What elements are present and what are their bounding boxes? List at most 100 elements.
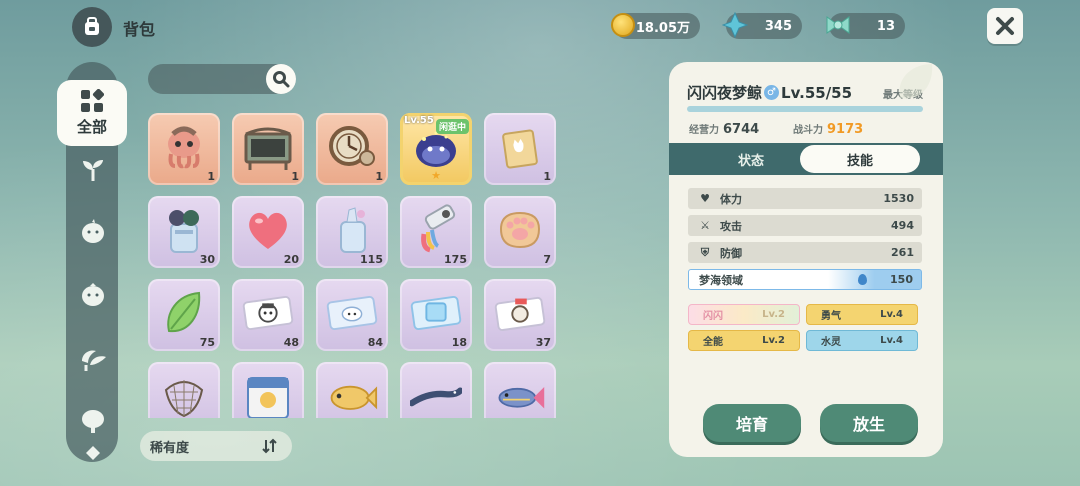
item-slot[interactable]: 115: [316, 196, 388, 268]
trait-level: Lv.4: [880, 335, 903, 346]
item-slot-selected[interactable]: Lv.55 闲逛中 ★: [400, 113, 472, 185]
tab-skills[interactable]: 技能: [800, 145, 920, 173]
category-all[interactable]: 全部: [57, 80, 127, 146]
diamond-icon: [86, 446, 100, 460]
item-slot[interactable]: 1: [148, 113, 220, 185]
category-pets[interactable]: [74, 212, 112, 250]
category-pets-alt[interactable]: [74, 275, 112, 313]
trait-shiny[interactable]: 闪闪 Lv.2: [688, 304, 800, 325]
item-slot[interactable]: 20: [232, 196, 304, 268]
item-slot[interactable]: 7: [484, 196, 556, 268]
paw-cookie-icon: [494, 204, 546, 256]
item-slot[interactable]: 30: [148, 196, 220, 268]
item-slot[interactable]: 48: [232, 279, 304, 351]
item-slot[interactable]: 84: [316, 279, 388, 351]
trait-courage[interactable]: 勇气 Lv.4: [806, 304, 918, 325]
ribbon-counter[interactable]: 13: [826, 13, 905, 39]
ribbon-icon: [823, 10, 853, 40]
pet-name-row: 闪闪夜梦鲸 ♂ Lv.55/55: [687, 82, 852, 103]
item-grid: 1 1 1 Lv.55 闲逛中 ★ 1 30 20 115 175 7 75 4…: [148, 113, 558, 418]
crystal-jar-icon: [326, 204, 378, 256]
item-slot[interactable]: 75: [148, 279, 220, 351]
item-slot[interactable]: [484, 362, 556, 418]
manage-value: 6744: [723, 122, 760, 137]
eel-icon: [410, 370, 462, 418]
stat-label: 攻击: [720, 219, 742, 233]
crystal-counter[interactable]: 345: [722, 12, 802, 39]
heart-icon: ♥: [700, 192, 710, 205]
coin-icon: [608, 10, 638, 40]
item-qty: 20: [283, 253, 299, 266]
item-qty: 18: [451, 336, 467, 349]
item-qty: 48: [283, 336, 299, 349]
power-value: 9173: [827, 122, 864, 137]
clock-icon: [326, 121, 378, 173]
stat-row-domain: 梦海领域 150: [688, 269, 922, 290]
ticket-cloud-icon: [326, 287, 378, 339]
ribbon-value: 13: [876, 18, 895, 34]
item-slot[interactable]: 175: [400, 196, 472, 268]
item-slot[interactable]: [400, 362, 472, 418]
item-qty: 30: [199, 253, 215, 266]
item-slot[interactable]: 1: [316, 113, 388, 185]
category-trees[interactable]: [74, 402, 112, 440]
item-slot[interactable]: [232, 362, 304, 418]
stat-value: 150: [890, 273, 913, 286]
manage-stat: 经营力 6744: [689, 121, 759, 137]
stat-label: 梦海领域: [699, 273, 743, 287]
item-qty: 1: [291, 170, 299, 183]
trait-level: Lv.2: [762, 309, 785, 320]
scroll-down-indicator[interactable]: [74, 440, 112, 466]
item-qty: 1: [375, 170, 383, 183]
item-slot[interactable]: [316, 362, 388, 418]
detail-tabs: 状态 技能: [669, 143, 943, 175]
search-button[interactable]: [266, 64, 296, 94]
mushroom-icon: [82, 350, 106, 371]
item-qty: 115: [360, 253, 383, 266]
heart-icon: [242, 204, 294, 256]
page-title: 背包: [123, 20, 156, 39]
tuna-icon: [494, 370, 546, 418]
level-progress-bar: [687, 106, 923, 112]
bird-alt-icon: [82, 283, 104, 306]
item-slot[interactable]: [148, 362, 220, 418]
category-mushrooms[interactable]: [74, 340, 112, 378]
sprout-icon: [83, 160, 103, 181]
crystal-icon: [720, 10, 750, 40]
item-slot[interactable]: 1: [232, 113, 304, 185]
net-icon: [158, 370, 210, 418]
pet-detail-panel: 闪闪夜梦鲸 ♂ Lv.55/55 最大等级 经营力6744 战斗力9173 状态…: [669, 62, 943, 457]
star-icon: ★: [431, 169, 441, 182]
item-qty: 7: [543, 253, 551, 266]
close-button[interactable]: [987, 8, 1023, 44]
item-slot[interactable]: 18: [400, 279, 472, 351]
grid-icon: [81, 89, 104, 112]
sort-icon: [262, 438, 277, 454]
gold-value: 18.05万: [635, 20, 690, 36]
power-stat: 战斗力 9173: [793, 121, 863, 137]
trait-water[interactable]: 水灵 Lv.4: [806, 330, 918, 351]
gold-counter[interactable]: 18.05万: [611, 13, 700, 39]
category-plants[interactable]: [74, 150, 112, 188]
train-button[interactable]: 培育: [703, 404, 801, 442]
stat-value: 494: [891, 219, 914, 232]
item-qty: 1: [543, 170, 551, 183]
pet-level-badge: Lv.55: [404, 115, 434, 126]
tab-status[interactable]: 状态: [691, 145, 811, 173]
stat-label: 防御: [720, 246, 742, 260]
trait-allround[interactable]: 全能 Lv.2: [688, 330, 800, 351]
sort-button[interactable]: 稀有度: [140, 431, 292, 461]
item-slot[interactable]: 37: [484, 279, 556, 351]
potion-jar-icon: [158, 204, 210, 256]
water-drop-icon: [858, 274, 867, 285]
item-qty: 84: [367, 336, 383, 349]
release-button[interactable]: 放生: [820, 404, 918, 442]
trait-label: 全能: [703, 337, 723, 348]
stat-row-hp: ♥ 体力 1530: [688, 188, 922, 209]
pet-name: 闪闪夜梦鲸: [687, 84, 763, 102]
tree-icon: [82, 410, 104, 433]
ticket-ice-icon: [410, 287, 462, 339]
item-slot[interactable]: 1: [484, 113, 556, 185]
item-qty: 75: [199, 336, 215, 349]
search-input[interactable]: [158, 69, 258, 89]
